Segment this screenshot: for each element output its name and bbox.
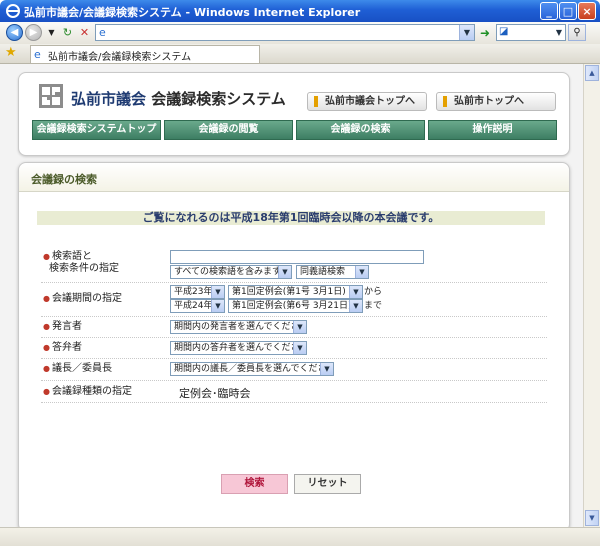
to-year-select[interactable]: 平成24年 ▼ — [170, 299, 225, 313]
back-arrow-icon: ◀ — [10, 27, 19, 38]
tab-search-system-top[interactable]: 会議録検索システムトップ — [32, 120, 161, 140]
address-bar[interactable]: e ▼ — [95, 24, 475, 41]
search-button[interactable]: 検索 — [221, 474, 288, 494]
search-provider-icon: ◪ — [499, 26, 509, 37]
window-titlebar: 弘前市議会/会議録検索システム - Windows Internet Explo… — [0, 0, 600, 22]
keyword-label: ● 検索語と — [43, 251, 92, 262]
speaker-label: ● 発言者 — [43, 321, 82, 332]
bullet-icon: ● — [43, 294, 50, 303]
status-bar — [0, 527, 600, 546]
row-divider — [41, 337, 547, 338]
chevron-down-icon: ▼ — [355, 266, 368, 278]
bullet-icon: ● — [43, 364, 50, 373]
row-divider — [41, 316, 547, 317]
maximize-button[interactable]: □ — [559, 2, 577, 20]
to-suffix: まで — [364, 301, 383, 311]
tab-search-minutes[interactable]: 会議録の検索 — [296, 120, 425, 140]
site-header: 弘前市議会 会議録検索システム 弘前市議会トップへ 弘前市トップへ 会議録検索シ… — [18, 72, 570, 156]
row-divider — [41, 358, 547, 359]
to-session-select[interactable]: 第1回定例会(第6号 3月21日) ▼ — [228, 299, 363, 313]
window-title: 弘前市議会/会議録検索システム - Windows Internet Explo… — [24, 6, 361, 19]
from-session-select[interactable]: 第1回定例会(第1号 3月1日) ▼ — [228, 285, 363, 299]
section-header: 会議録の検索 — [19, 163, 569, 192]
minimize-button[interactable]: _ — [540, 2, 558, 20]
close-button[interactable]: × — [578, 2, 596, 20]
reset-button[interactable]: リセット — [294, 474, 361, 494]
keyword-label-2: 検索条件の指定 — [49, 263, 119, 274]
back-button[interactable]: ◀ — [6, 24, 23, 41]
chevron-down-icon: ▼ — [349, 286, 362, 298]
page-content: 弘前市議会 会議録検索システム 弘前市議会トップへ 弘前市トップへ 会議録検索シ… — [0, 64, 583, 527]
tab-title: 弘前市議会/会議録検索システム — [48, 52, 192, 63]
notice-banner: ご覧になれるのは平成18年第1回臨時会以降の本会議です。 — [37, 211, 545, 225]
scroll-down-icon[interactable]: ▼ — [585, 510, 599, 526]
page-icon: e — [99, 26, 106, 39]
forward-button[interactable]: ▶ — [25, 24, 42, 41]
city-top-link[interactable]: 弘前市トップへ — [436, 92, 556, 111]
magnifier-icon[interactable]: ⚲ — [568, 24, 586, 41]
city-top-label: 弘前市トップへ — [454, 96, 524, 107]
search-panel: 会議録の検索 ご覧になれるのは平成18年第1回臨時会以降の本会議です。 ● 検索語… — [18, 162, 570, 527]
tab-bar: ★ e 弘前市議会/会議録検索システム — [0, 44, 600, 64]
search-dropdown-icon[interactable]: ▼ — [553, 25, 565, 40]
type-label: ● 会議録種類の指定 — [43, 386, 132, 397]
vertical-scrollbar[interactable]: ▲ ▼ — [583, 64, 600, 527]
city-emblem-icon — [39, 84, 63, 108]
scroll-up-icon[interactable]: ▲ — [585, 65, 599, 81]
chevron-down-icon: ▼ — [211, 286, 224, 298]
keyword-mode-select[interactable]: すべての検索語を含みます ▼ — [170, 265, 292, 279]
browser-search-input[interactable]: ◪ ▼ — [496, 24, 566, 41]
link-bullet-icon — [443, 96, 447, 107]
speaker-select[interactable]: 期間内の発言者を選んでください ▼ — [170, 320, 307, 334]
row-divider — [41, 282, 547, 283]
chevron-down-icon: ▼ — [293, 342, 306, 354]
browser-toolbar: ◀ ▶ ▼ ↻ ✕ e ▼ ➜ ◪ ▼ ⚲ — [0, 22, 600, 45]
synonym-mode-select[interactable]: 同義語検索 ▼ — [296, 265, 369, 279]
answerer-select[interactable]: 期間内の答弁者を選んでください ▼ — [170, 341, 307, 355]
section-title: 会議録の検索 — [31, 173, 97, 186]
chevron-down-icon: ▼ — [349, 300, 362, 312]
bullet-icon: ● — [43, 343, 50, 352]
type-value: 定例会･臨時会 — [179, 387, 251, 400]
link-bullet-icon — [314, 96, 318, 107]
favorites-star-icon[interactable]: ★ — [5, 46, 17, 60]
address-dropdown-icon[interactable]: ▼ — [459, 25, 474, 40]
chevron-down-icon: ▼ — [278, 266, 291, 278]
from-suffix: から — [364, 287, 383, 297]
site-system: 会議録検索システム — [151, 90, 286, 108]
period-label: ● 会議期間の指定 — [43, 293, 122, 304]
row-divider — [41, 402, 547, 403]
row-divider — [41, 380, 547, 381]
forward-arrow-icon: ▶ — [29, 27, 38, 38]
tab-browse-minutes[interactable]: 会議録の閲覧 — [164, 120, 293, 140]
chevron-down-icon: ▼ — [320, 363, 333, 375]
bullet-icon: ● — [43, 387, 50, 396]
council-top-label: 弘前市議会トップへ — [325, 96, 415, 107]
council-top-link[interactable]: 弘前市議会トップへ — [307, 92, 427, 111]
stop-icon[interactable]: ✕ — [77, 25, 92, 40]
bullet-icon: ● — [43, 252, 50, 261]
answerer-label: ● 答弁者 — [43, 342, 82, 353]
chair-label: ● 議長／委員長 — [43, 363, 112, 374]
go-arrow-icon[interactable]: ➜ — [478, 26, 492, 40]
site-city: 弘前市議会 — [71, 90, 147, 108]
chair-select[interactable]: 期間内の議長／委員長を選んでください ▼ — [170, 362, 334, 376]
browser-tab[interactable]: e 弘前市議会/会議録検索システム — [30, 45, 260, 63]
chevron-down-icon: ▼ — [211, 300, 224, 312]
ie-logo-icon — [6, 4, 20, 18]
from-year-select[interactable]: 平成23年 ▼ — [170, 285, 225, 299]
refresh-icon[interactable]: ↻ — [60, 25, 75, 40]
tab-help[interactable]: 操作説明 — [428, 120, 557, 140]
chevron-down-icon: ▼ — [293, 321, 306, 333]
site-title: 弘前市議会 会議録検索システム — [71, 88, 286, 109]
bullet-icon: ● — [43, 322, 50, 331]
history-dropdown-icon[interactable]: ▼ — [44, 25, 59, 40]
page-icon: e — [34, 48, 41, 61]
keyword-input[interactable] — [170, 250, 424, 264]
